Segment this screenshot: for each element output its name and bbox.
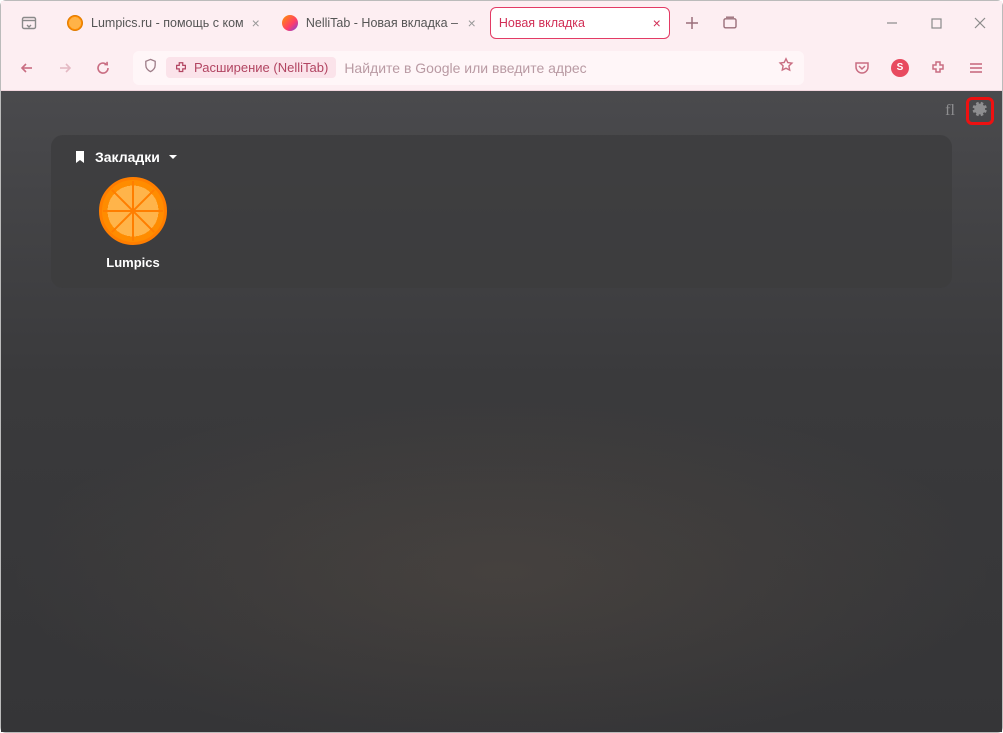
bookmark-star-icon[interactable]: [778, 57, 794, 78]
settings-button-highlight: [966, 97, 994, 125]
bookmark-icon: [73, 150, 87, 164]
address-bar[interactable]: Расширение (NelliTab) Найдите в Google и…: [133, 51, 804, 85]
maximize-button[interactable]: [914, 1, 958, 45]
news-button[interactable]: fl: [938, 102, 962, 120]
tab-label: Lumpics.ru - помощь с ком: [91, 16, 244, 30]
extensions-button[interactable]: [922, 52, 954, 84]
back-button[interactable]: [11, 52, 43, 84]
titlebar: Lumpics.ru - помощь с ком × NelliTab - Н…: [1, 1, 1002, 45]
shield-icon: [143, 58, 158, 78]
address-bar-placeholder: Найдите в Google или введите адрес: [344, 60, 586, 76]
bookmarks-title: Закладки: [95, 149, 160, 165]
nellitab-page: fl Закладки Lumpics: [1, 91, 1002, 732]
orange-slice-icon: [67, 15, 83, 31]
orange-slice-icon: [99, 177, 167, 245]
tab-label: NelliTab - Новая вкладка – 3: [306, 16, 460, 30]
pocket-button[interactable]: [846, 52, 878, 84]
chevron-down-icon: [168, 152, 178, 162]
tab-newtab-active[interactable]: Новая вкладка ×: [490, 7, 670, 39]
new-tab-button[interactable]: [676, 7, 708, 39]
account-badge: S: [891, 59, 909, 77]
nellitab-top-actions: fl: [938, 97, 994, 125]
bookmarks-tiles: Lumpics: [73, 177, 930, 270]
toolbar: Расширение (NelliTab) Найдите в Google и…: [1, 45, 1002, 91]
tab-history-button[interactable]: [15, 9, 43, 37]
gear-icon[interactable]: [972, 101, 988, 122]
close-icon[interactable]: ×: [468, 15, 476, 31]
app-menu-button[interactable]: [960, 52, 992, 84]
minimize-button[interactable]: [870, 1, 914, 45]
window-controls: [870, 1, 1002, 45]
bookmarks-panel: Закладки Lumpics: [51, 135, 952, 288]
close-icon[interactable]: ×: [653, 15, 661, 31]
tab-lumpics[interactable]: Lumpics.ru - помощь с ком ×: [59, 7, 268, 39]
bookmarks-header[interactable]: Закладки: [73, 149, 930, 165]
list-all-tabs-button[interactable]: [714, 7, 746, 39]
tile-lumpics[interactable]: Lumpics: [73, 177, 193, 270]
reload-button[interactable]: [87, 52, 119, 84]
tab-label: Новая вкладка: [499, 16, 645, 30]
close-window-button[interactable]: [958, 1, 1002, 45]
tile-label: Lumpics: [106, 255, 159, 270]
extension-label: Расширение (NelliTab): [194, 60, 328, 75]
tab-strip: Lumpics.ru - помощь с ком × NelliTab - Н…: [59, 7, 746, 39]
account-button[interactable]: S: [884, 52, 916, 84]
tab-nellitab[interactable]: NelliTab - Новая вкладка – 3 ×: [274, 7, 484, 39]
close-icon[interactable]: ×: [252, 15, 260, 31]
forward-button: [49, 52, 81, 84]
extension-chip[interactable]: Расширение (NelliTab): [166, 57, 336, 78]
firefox-icon: [282, 15, 298, 31]
